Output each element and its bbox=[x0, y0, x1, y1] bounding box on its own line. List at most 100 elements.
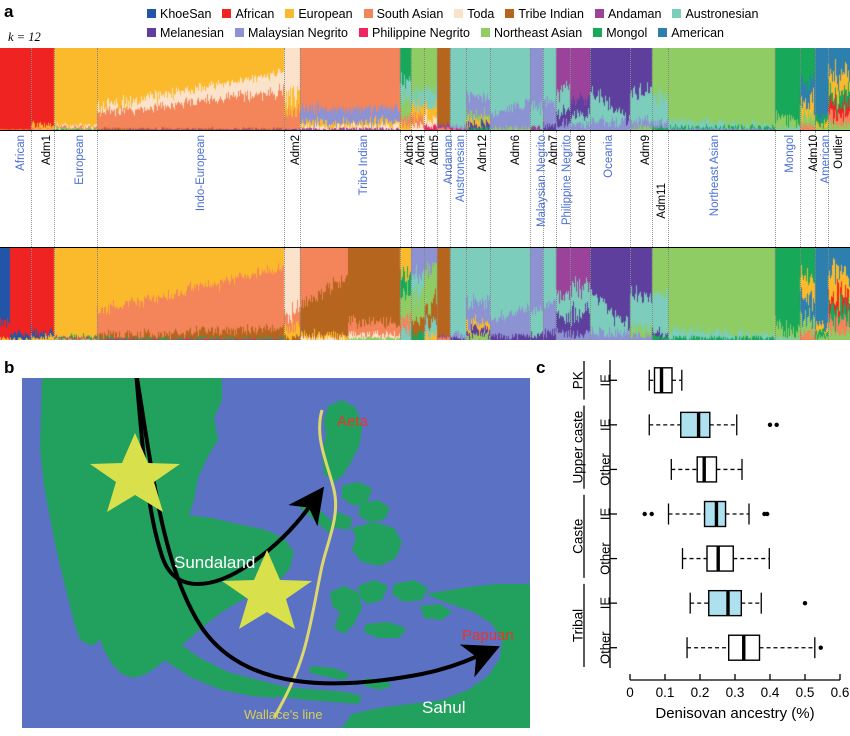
population-label-oceania: Oceania bbox=[603, 135, 615, 178]
x-tick-label: 0.1 bbox=[656, 685, 675, 700]
population-label-indo-european: Indo-European bbox=[195, 135, 207, 212]
outlier-point bbox=[818, 645, 823, 650]
box-upper-caste-ie[interactable] bbox=[680, 411, 711, 439]
legend-swatch-icon bbox=[505, 9, 515, 18]
x-tick-label: 0.5 bbox=[796, 685, 815, 700]
box-upper-caste-other[interactable] bbox=[696, 456, 718, 483]
population-label-tribe-indian: Tribe Indian bbox=[358, 135, 370, 196]
admixture-barplot-k14 bbox=[0, 248, 850, 340]
outlier-point bbox=[774, 422, 779, 428]
population-divider bbox=[530, 131, 531, 247]
population-label-malaysian-negrito: Malaysian Negrito bbox=[536, 135, 548, 228]
map-label-papuan: Papuan bbox=[462, 627, 514, 644]
legend-item-austronesian: Austronesian bbox=[672, 6, 759, 21]
box-tribal-ie[interactable] bbox=[708, 589, 742, 617]
population-label-adm4: Adm4 bbox=[415, 135, 427, 166]
legend-label: Tribe Indian bbox=[518, 6, 584, 21]
population-label-mongol: Mongol bbox=[784, 135, 796, 173]
population-label-american: American bbox=[820, 135, 832, 184]
legend-swatch-icon bbox=[593, 28, 603, 37]
legend-swatch-icon bbox=[147, 9, 156, 18]
legend-row-2: Melanesian Malaysian Negrito Philippine Ne… bbox=[145, 23, 850, 42]
population-label-adm8: Adm8 bbox=[576, 135, 588, 166]
row-label-other: Other bbox=[598, 453, 613, 486]
legend-swatch-icon bbox=[358, 28, 368, 37]
population-label-adm12: Adm12 bbox=[477, 135, 489, 172]
box-caste-other[interactable] bbox=[706, 545, 734, 572]
legend-label: Northeast Asian bbox=[493, 25, 583, 40]
k12-label: k = 12 bbox=[8, 30, 41, 44]
x-tick-label: 0.2 bbox=[691, 685, 710, 700]
population-label-adm5: Adm5 bbox=[429, 135, 441, 166]
population-divider bbox=[400, 131, 401, 247]
outlier-point bbox=[642, 511, 647, 517]
population-label-european: European bbox=[74, 135, 86, 185]
group-label-pk: PK bbox=[571, 371, 586, 389]
map-label-sahul: Sahul bbox=[422, 698, 465, 717]
legend-item-northeast-asian: Northeast Asian bbox=[480, 25, 583, 40]
legend-label: Andaman bbox=[607, 6, 662, 21]
row-label-ie: IE bbox=[598, 418, 613, 431]
group-label-tribal: Tribal bbox=[571, 609, 586, 642]
legend-swatch-icon bbox=[234, 28, 244, 37]
legend-label: KhoeSan bbox=[160, 6, 212, 21]
x-axis-label: Denisovan ancestry (%) bbox=[655, 705, 814, 722]
outlier-point bbox=[765, 511, 770, 517]
legend-swatch-icon bbox=[363, 9, 373, 18]
group-label-caste: Caste bbox=[571, 519, 586, 554]
row-label-ie: IE bbox=[598, 597, 613, 610]
map-label-aeta: Aeta bbox=[337, 413, 369, 430]
outlier-point bbox=[649, 511, 654, 517]
population-label-adm11: Adm11 bbox=[656, 183, 668, 219]
denisovan-boxplot: IE IE Other IE Other IE Other PK Upper caste Cast… bbox=[534, 352, 850, 736]
legend-item-mongol: Mongol bbox=[593, 25, 648, 40]
legend-label: Austronesian bbox=[685, 6, 759, 21]
legend-label: Melanesian bbox=[160, 25, 224, 40]
row-label-other: Other bbox=[598, 542, 613, 575]
legend-item-philippine-negrito: Philippine Negrito bbox=[358, 25, 470, 40]
map-label-wallace-s-line: Wallace's line bbox=[244, 707, 323, 722]
x-tick-label: 0.3 bbox=[726, 685, 745, 700]
box-pk-ie[interactable] bbox=[653, 367, 673, 394]
admixture-barplot-k12 bbox=[0, 48, 850, 130]
population-divider bbox=[590, 131, 591, 247]
row-label-ie: IE bbox=[598, 508, 613, 521]
population-divider bbox=[652, 131, 653, 247]
legend-item-european: European bbox=[285, 7, 353, 20]
legend-swatch-icon bbox=[480, 28, 490, 37]
population-divider bbox=[31, 131, 32, 247]
x-tick-label: 0.4 bbox=[761, 685, 780, 700]
population-label-outlier: Outlier bbox=[833, 135, 845, 169]
legend-swatch-icon bbox=[594, 9, 604, 18]
population-label-adm10: Adm10 bbox=[808, 135, 820, 172]
admixture-legend: KhoeSan African European South Asian Toda Tri… bbox=[145, 4, 850, 42]
x-tick-label: 0 bbox=[626, 685, 634, 700]
panel-label-b: b bbox=[4, 358, 15, 377]
legend-label: Mongol bbox=[606, 25, 648, 40]
map-label-sundaland: Sundaland bbox=[174, 553, 255, 572]
legend-swatch-icon bbox=[672, 9, 682, 18]
legend-item-toda: Toda bbox=[454, 6, 495, 21]
population-label-adm1: Adm1 bbox=[41, 135, 53, 166]
legend-label: Malaysian Negrito bbox=[247, 25, 348, 40]
population-label-philippine-negrito: Philippine Negrito bbox=[561, 135, 573, 226]
group-label-upper-caste: Upper caste bbox=[571, 411, 586, 484]
x-tick-label: 0.6 bbox=[831, 685, 850, 700]
population-divider bbox=[54, 131, 55, 247]
legend-row-1: KhoeSan African European South Asian Toda Tri… bbox=[145, 4, 850, 23]
population-divider bbox=[630, 131, 631, 247]
legend-item-andaman: Andaman bbox=[594, 6, 662, 21]
population-label-adm9: Adm9 bbox=[640, 135, 652, 166]
population-divider bbox=[97, 131, 98, 247]
legend-swatch-icon bbox=[658, 28, 668, 37]
legend-item-american: American bbox=[658, 26, 724, 39]
legend-item-tribe-indian: Tribe Indian bbox=[505, 6, 584, 21]
migration-map: Sundaland Sahul Aeta Papuan Wallace's line bbox=[22, 378, 530, 728]
population-divider bbox=[490, 131, 491, 247]
population-label-adm7: Adm7 bbox=[548, 135, 560, 166]
legend-label: Toda bbox=[467, 6, 495, 21]
outlier-point bbox=[802, 600, 808, 606]
legend-item-melanesian: Melanesian bbox=[147, 25, 224, 40]
row-label-ie: IE bbox=[598, 374, 613, 387]
legend-label: Philippine Negrito bbox=[371, 25, 470, 40]
